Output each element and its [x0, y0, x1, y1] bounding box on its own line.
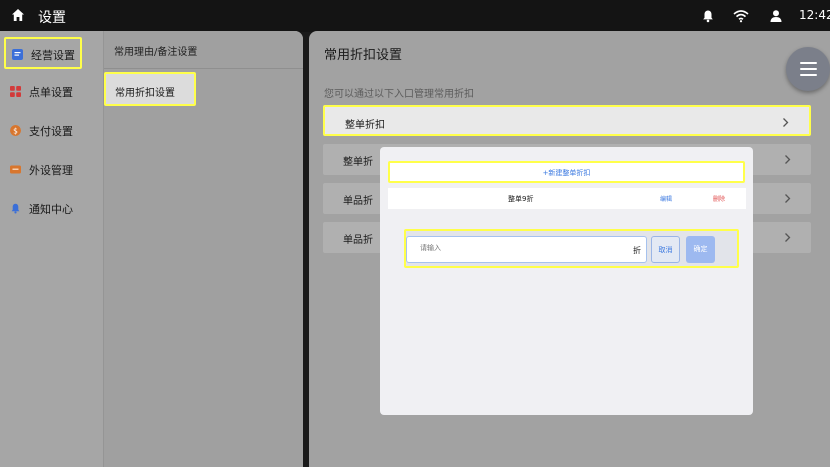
discount-entry-label: 整单折 — [343, 157, 373, 168]
page-title: 设置 — [38, 10, 66, 26]
sidebar: 经营设置 点单设置 $ 支付设置 外设管理 通知中心 — [0, 31, 104, 467]
chevron-right-icon — [785, 233, 791, 242]
sidebar-item-label: 点单设置 — [29, 86, 73, 99]
document-icon — [12, 49, 23, 60]
discount-input-box[interactable]: 折 — [406, 236, 647, 263]
sidebar-item-order-settings[interactable]: 点单设置 — [4, 76, 82, 108]
discount-entry-label: 单品折 — [343, 196, 373, 207]
content-hint: 您可以通过以下入口管理常用折扣 — [324, 89, 474, 100]
add-discount-label: +新建整单折扣 — [542, 169, 591, 177]
sidebar-item-peripherals[interactable]: 外设管理 — [4, 154, 82, 186]
discount-dialog: +新建整单折扣 整单9折 编辑 删除 折 取消 确定 — [380, 147, 753, 415]
chevron-right-icon — [785, 155, 791, 164]
home-icon[interactable] — [11, 8, 25, 22]
bell-icon[interactable] — [701, 9, 715, 23]
sidebar-item-label: 外设管理 — [29, 164, 73, 177]
dollar-icon: $ — [10, 125, 21, 136]
discount-name: 整单9折 — [508, 195, 534, 203]
user-icon[interactable] — [769, 9, 783, 23]
subnav-item-reason-remark[interactable]: 常用理由/备注设置 — [104, 31, 303, 69]
device-icon — [10, 165, 21, 174]
sidebar-item-business-settings[interactable]: 经营设置 — [4, 37, 82, 69]
subnav-item-discount-settings[interactable]: 常用折扣设置 — [104, 72, 196, 106]
discount-unit: 折 — [633, 246, 641, 255]
discount-entry-label: 整单折扣 — [345, 120, 385, 131]
edit-link[interactable]: 编辑 — [660, 194, 672, 203]
discount-input-group: 折 取消 确定 — [404, 229, 739, 268]
subnav-item-label: 常用理由/备注设置 — [114, 47, 198, 58]
bell-icon — [11, 203, 20, 214]
confirm-label: 确定 — [693, 245, 708, 253]
cancel-button[interactable]: 取消 — [651, 236, 680, 263]
add-discount-button[interactable]: +新建整单折扣 — [388, 161, 745, 183]
settings-nav-panel: 经营设置 点单设置 $ 支付设置 外设管理 通知中心 常用理由/备注设置 常用折… — [0, 31, 303, 467]
discount-entry-label: 单品折 — [343, 235, 373, 246]
chevron-right-icon — [783, 118, 789, 127]
sidebar-item-label: 经营设置 — [31, 49, 75, 62]
sub-navigation: 常用理由/备注设置 常用折扣设置 — [104, 31, 303, 467]
wifi-icon — [733, 10, 749, 23]
chevron-right-icon — [785, 194, 791, 203]
confirm-button[interactable]: 确定 — [686, 236, 715, 263]
status-bar: 设置 12:42 — [0, 0, 830, 32]
floating-menu-button[interactable] — [786, 47, 830, 91]
grid-icon — [10, 86, 21, 97]
discount-input[interactable] — [420, 244, 620, 252]
sidebar-item-label: 支付设置 — [29, 125, 73, 138]
sidebar-item-notifications[interactable]: 通知中心 — [4, 193, 82, 225]
content-title: 常用折扣设置 — [324, 48, 403, 63]
svg-text:$: $ — [13, 126, 18, 135]
sidebar-item-label: 通知中心 — [29, 203, 73, 216]
subnav-item-label: 常用折扣设置 — [115, 88, 175, 99]
clock: 12:42 — [799, 8, 830, 22]
discount-list-item: 整单9折 编辑 删除 — [388, 188, 746, 209]
cancel-label: 取消 — [658, 246, 673, 254]
sidebar-item-payment-settings[interactable]: $ 支付设置 — [4, 115, 82, 147]
discount-entry-row[interactable]: 整单折扣 — [323, 105, 811, 136]
delete-link[interactable]: 删除 — [713, 194, 725, 203]
